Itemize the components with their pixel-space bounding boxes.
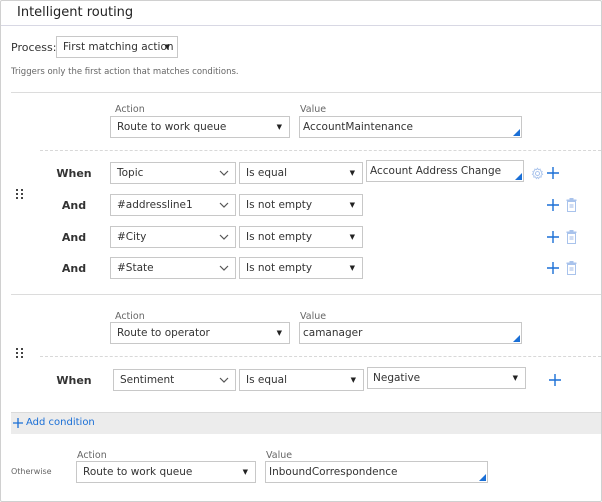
- condition-operator-select[interactable]: Is not empty ▼: [239, 226, 363, 248]
- condition-value-text: Account Address Change: [370, 165, 502, 177]
- add-condition-plus-icon[interactable]: [547, 199, 559, 211]
- chevron-down-icon: [219, 202, 229, 208]
- condition-operator-select[interactable]: Is not empty ▼: [239, 194, 363, 216]
- gear-icon[interactable]: [531, 167, 544, 180]
- caret-down-icon: ▼: [242, 468, 248, 476]
- value-label: Value: [300, 104, 327, 115]
- condition-field-select[interactable]: Topic: [110, 162, 236, 184]
- drag-handle-icon[interactable]: [16, 189, 24, 199]
- caret-down-icon: ▼: [349, 169, 355, 177]
- resize-corner-icon: [513, 335, 520, 342]
- resize-corner-icon: [479, 474, 486, 481]
- action-label: Action: [115, 311, 145, 322]
- dotted-divider: [40, 150, 601, 151]
- process-label: Process:: [11, 41, 57, 54]
- panel-header: Intelligent routing: [1, 1, 601, 26]
- caret-down-icon: ▼: [276, 329, 282, 337]
- otherwise-value-input[interactable]: InboundCorrespondence: [265, 461, 488, 483]
- condition-field-value: #State: [117, 262, 154, 274]
- condition-field-value: Topic: [117, 167, 144, 179]
- resize-corner-icon: [515, 173, 522, 180]
- condition-connector: And: [61, 231, 87, 244]
- add-condition-plus-icon[interactable]: [549, 374, 561, 386]
- caret-down-icon: ▼: [350, 376, 356, 384]
- dotted-divider: [40, 356, 601, 357]
- condition-value-text: Negative: [373, 372, 421, 384]
- otherwise-label: Otherwise: [11, 467, 52, 476]
- caret-down-icon: ▼: [349, 264, 355, 272]
- caret-down-icon: ▼: [164, 43, 170, 51]
- action-select-value: Route to work queue: [117, 121, 227, 133]
- value-label: Value: [266, 450, 293, 461]
- condition-operator-value: Is equal: [246, 167, 288, 179]
- add-condition-button[interactable]: Add condition: [13, 417, 95, 428]
- condition-connector: And: [61, 262, 87, 275]
- add-condition-bar: Add condition: [11, 412, 601, 434]
- condition-field-select[interactable]: Sentiment: [113, 369, 236, 391]
- value-input-text: InboundCorrespondence: [269, 466, 398, 478]
- process-hint: Triggers only the first action that matc…: [11, 67, 239, 77]
- condition-connector: And: [61, 199, 87, 212]
- trash-icon[interactable]: [566, 261, 577, 275]
- caret-down-icon: ▼: [349, 201, 355, 209]
- chevron-down-icon: [219, 170, 229, 176]
- condition-operator-select[interactable]: Is equal ▼: [239, 369, 364, 391]
- condition-operator-value: Is not empty: [246, 231, 313, 243]
- page-title: Intelligent routing: [17, 5, 134, 20]
- condition-operator-value: Is not empty: [246, 262, 313, 274]
- condition-field-select[interactable]: #addressline1: [110, 194, 236, 216]
- add-condition-plus-icon[interactable]: [547, 262, 559, 274]
- caret-down-icon: ▼: [512, 374, 518, 382]
- condition-field-value: #addressline1: [117, 199, 193, 211]
- trash-icon[interactable]: [566, 198, 577, 212]
- resize-corner-icon: [513, 129, 520, 136]
- condition-field-value: #City: [117, 231, 147, 243]
- value-input-text: camanager: [303, 327, 363, 339]
- condition-field-select[interactable]: #State: [110, 257, 236, 279]
- caret-down-icon: ▼: [349, 233, 355, 241]
- condition-field-select[interactable]: #City: [110, 226, 236, 248]
- chevron-down-icon: [219, 234, 229, 240]
- condition-connector: When: [56, 167, 92, 180]
- condition-operator-value: Is not empty: [246, 199, 313, 211]
- plus-icon: [13, 417, 23, 428]
- condition-operator-value: Is equal: [246, 374, 288, 386]
- add-condition-plus-icon[interactable]: [547, 231, 559, 243]
- chevron-down-icon: [219, 265, 229, 271]
- action-select[interactable]: Route to work queue ▼: [110, 116, 290, 138]
- value-input[interactable]: camanager: [299, 322, 522, 344]
- condition-operator-select[interactable]: Is not empty ▼: [239, 257, 363, 279]
- value-label: Value: [300, 311, 327, 322]
- chevron-down-icon: [219, 377, 229, 383]
- divider: [11, 92, 601, 93]
- divider: [11, 294, 601, 295]
- condition-field-value: Sentiment: [120, 374, 175, 386]
- otherwise-action-select[interactable]: Route to work queue ▼: [76, 461, 256, 483]
- caret-down-icon: ▼: [276, 123, 282, 131]
- action-label: Action: [115, 104, 145, 115]
- action-select-value: Route to operator: [117, 327, 210, 339]
- process-select[interactable]: First matching action ▼: [56, 36, 178, 58]
- trash-icon[interactable]: [566, 230, 577, 244]
- add-condition-label: Add condition: [26, 417, 95, 428]
- condition-operator-select[interactable]: Is equal ▼: [239, 162, 363, 184]
- add-condition-plus-icon[interactable]: [547, 167, 559, 179]
- value-input[interactable]: AccountMaintenance: [299, 116, 522, 138]
- value-input-text: AccountMaintenance: [303, 121, 414, 133]
- condition-value-select[interactable]: Negative ▼: [367, 367, 526, 389]
- action-label: Action: [77, 450, 107, 461]
- condition-value-input[interactable]: Account Address Change: [366, 160, 524, 182]
- action-select-value: Route to work queue: [83, 466, 193, 478]
- drag-handle-icon[interactable]: [16, 348, 24, 358]
- condition-connector: When: [56, 374, 92, 387]
- process-select-value: First matching action: [63, 41, 174, 53]
- action-select[interactable]: Route to operator ▼: [110, 322, 290, 344]
